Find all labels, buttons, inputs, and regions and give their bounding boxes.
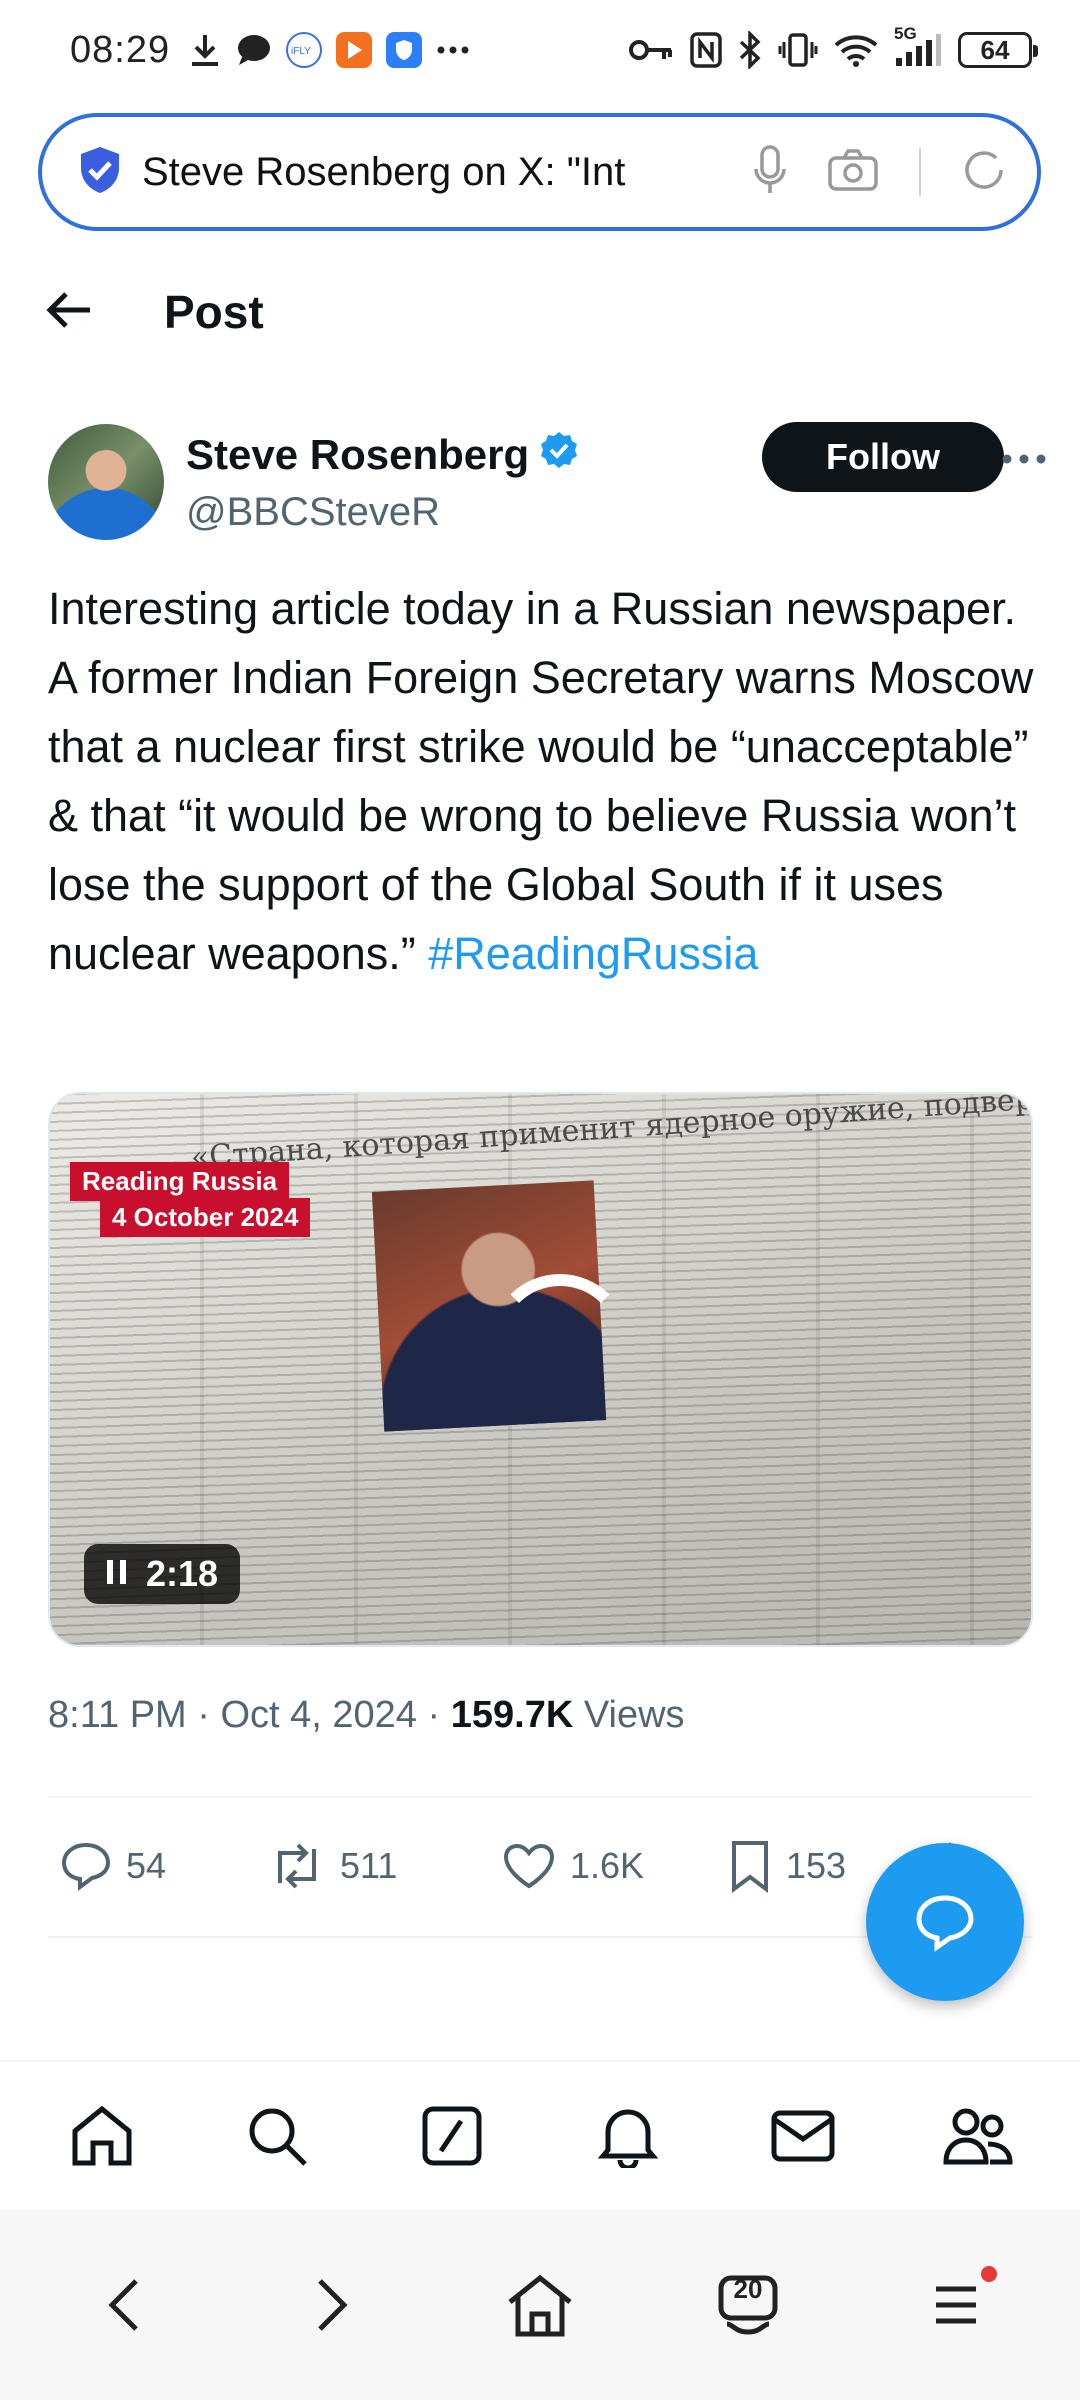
- play-app-icon: [336, 32, 373, 68]
- hashtag-link[interactable]: #ReadingRussia: [428, 928, 758, 979]
- svg-text:iFLY: iFLY: [291, 46, 311, 57]
- communities-icon[interactable]: [938, 2096, 1018, 2176]
- status-time: 08:29: [70, 28, 171, 71]
- battery-level: 64: [980, 34, 1010, 65]
- search-icon[interactable]: [237, 2096, 317, 2176]
- browser-home-icon[interactable]: [495, 2260, 585, 2350]
- video-time-badge[interactable]: 2:18: [84, 1544, 241, 1604]
- author-row: Steve Rosenberg @BBCSteveR Follow: [48, 422, 1046, 542]
- battery-icon: 64: [958, 32, 1038, 68]
- reading-russia-label: Reading Russia: [70, 1162, 290, 1201]
- cellular-signal-icon: 5G: [894, 24, 942, 68]
- chat-bubble-icon: [236, 33, 272, 67]
- notification-icons: iFLY: [188, 32, 470, 68]
- tweet-body: Interesting article today in a Russian n…: [48, 583, 1034, 979]
- loading-spinner-icon: [490, 1274, 630, 1414]
- reply-icon: [61, 1842, 111, 1891]
- system-icons: 5G 64: [628, 24, 1038, 69]
- app-bottom-nav: [0, 2060, 1080, 2210]
- repost-icon: [278, 1843, 316, 1889]
- more-notifications-icon: [436, 45, 470, 55]
- menu-notification-dot: [981, 2266, 997, 2282]
- views-label: Views: [583, 1694, 685, 1736]
- post-date[interactable]: Oct 4, 2024: [220, 1694, 416, 1736]
- grok-icon[interactable]: [412, 2096, 492, 2176]
- views-count: 159.7K: [450, 1694, 574, 1736]
- repost-count: 511: [340, 1845, 398, 1886]
- browser-back-icon[interactable]: [79, 2260, 169, 2350]
- url-text[interactable]: Steve Rosenberg on X: "Int: [142, 150, 672, 195]
- home-icon[interactable]: [62, 2096, 142, 2176]
- compose-reply-button[interactable]: [866, 1843, 1024, 2001]
- follow-button[interactable]: Follow: [762, 422, 1004, 492]
- status-bar: 08:29 iFLY 5G 64: [0, 0, 1080, 100]
- network-type: 5G: [894, 24, 917, 43]
- page-title: Post: [164, 286, 264, 338]
- key-icon: [628, 35, 674, 65]
- microphone-icon[interactable]: [753, 144, 787, 200]
- like-count: 1.6K: [570, 1845, 645, 1886]
- reload-icon[interactable]: [961, 147, 1007, 198]
- bookmark-count: 153: [786, 1845, 847, 1886]
- vibrate-icon: [778, 32, 818, 68]
- browser-menu-icon[interactable]: [911, 2260, 1001, 2350]
- video-player[interactable]: «Страна, которая применит ядерное оружие…: [48, 1092, 1033, 1647]
- url-divider: [919, 148, 921, 196]
- post-header: Post: [0, 262, 1080, 362]
- chat-icon: [916, 1895, 974, 1952]
- camera-icon[interactable]: [827, 148, 879, 197]
- download-icon: [188, 32, 222, 68]
- back-arrow-icon[interactable]: [44, 290, 94, 335]
- reply-count: 54: [126, 1845, 167, 1886]
- tab-count: 20: [733, 2274, 763, 2304]
- repost-button[interactable]: 511: [268, 1843, 502, 1889]
- video-duration: 2:18: [146, 1553, 219, 1594]
- verified-badge-icon: [539, 430, 579, 480]
- tweet-text: Interesting article today in a Russian n…: [48, 574, 1038, 988]
- messages-envelope-icon[interactable]: [763, 2096, 843, 2176]
- bookmark-icon: [732, 1841, 768, 1893]
- reading-russia-date: 4 October 2024: [100, 1198, 311, 1237]
- author-name[interactable]: Steve Rosenberg: [186, 431, 529, 479]
- nfc-icon: [690, 32, 722, 68]
- post-meta: 8:11 PM · Oct 4, 2024 · 159.7K Views: [48, 1694, 685, 1736]
- bluetooth-icon: [738, 31, 762, 69]
- browser-forward-icon[interactable]: [287, 2260, 377, 2350]
- avatar[interactable]: [48, 424, 164, 540]
- url-bar[interactable]: Steve Rosenberg on X: "Int: [38, 113, 1041, 231]
- post-time[interactable]: 8:11 PM: [48, 1694, 187, 1736]
- ifly-app-icon: iFLY: [286, 32, 323, 68]
- notifications-bell-icon[interactable]: [588, 2096, 668, 2176]
- like-button[interactable]: 1.6K: [502, 1842, 728, 1890]
- author-name-row[interactable]: Steve Rosenberg: [186, 430, 579, 480]
- browser-toolbar: 20: [0, 2210, 1080, 2400]
- heart-icon: [503, 1843, 555, 1889]
- pause-icon[interactable]: [106, 1553, 128, 1595]
- reply-button[interactable]: 54: [48, 1841, 268, 1891]
- more-options-icon[interactable]: [994, 434, 1054, 484]
- author-handle[interactable]: @BBCSteveR: [186, 490, 579, 535]
- shield-check-icon: [78, 145, 122, 200]
- wifi-icon: [834, 33, 878, 67]
- tabs-icon[interactable]: 20: [703, 2260, 793, 2350]
- divider: [48, 1796, 1033, 1798]
- security-app-icon: [386, 32, 423, 68]
